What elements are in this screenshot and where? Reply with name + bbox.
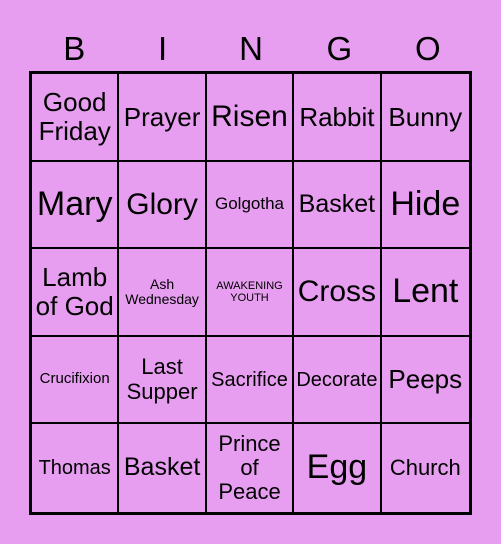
bingo-cell[interactable]: Crucifixion [32,336,120,425]
header-letter-i: I [158,30,168,67]
bingo-header: B I N G O [30,28,472,70]
bingo-cell[interactable]: Bunny [381,74,469,162]
bingo-cell[interactable]: Golgotha [206,161,295,250]
bingo-cell[interactable]: Ash Wednesday [119,249,207,337]
header-letter-b: B [63,30,86,67]
bingo-cell[interactable]: Lamb of God [32,249,120,337]
bingo-cell[interactable]: Good Friday [32,74,120,162]
bingo-cell[interactable]: Prince of Peace [207,424,295,512]
bingo-cell[interactable]: Mary [32,161,120,250]
bingo-cell[interactable]: Rabbit [294,74,382,162]
bingo-card-grid: Good Friday Prayer Risen Rabbit Bunny Ma… [29,71,472,515]
bingo-cell[interactable]: Basket [294,161,382,250]
header-letter-n: N [239,30,263,67]
bingo-cell[interactable]: Sacrifice [206,336,295,425]
header-letter-o: O [414,30,441,67]
bingo-cell[interactable]: Decorate [294,336,382,425]
bingo-cell[interactable]: Peeps [381,337,469,425]
bingo-cell[interactable]: Cross [294,249,382,337]
bingo-cell[interactable]: Last Supper [119,336,207,425]
bingo-cell[interactable]: Church [382,424,469,512]
bingo-cell[interactable]: Egg [294,424,382,512]
bingo-cell[interactable]: Hide [381,162,469,250]
bingo-cell[interactable]: Lent [381,249,469,337]
bingo-cell[interactable]: Basket [119,424,207,512]
bingo-cell[interactable]: AWAKENING YOUTH [206,249,295,337]
bingo-cell[interactable]: Risen [206,74,295,162]
bingo-cell[interactable]: Glory [119,161,207,250]
bingo-cell[interactable]: Prayer [119,74,207,162]
header-letter-g: G [326,30,353,67]
bingo-cell[interactable]: Thomas [32,424,120,512]
